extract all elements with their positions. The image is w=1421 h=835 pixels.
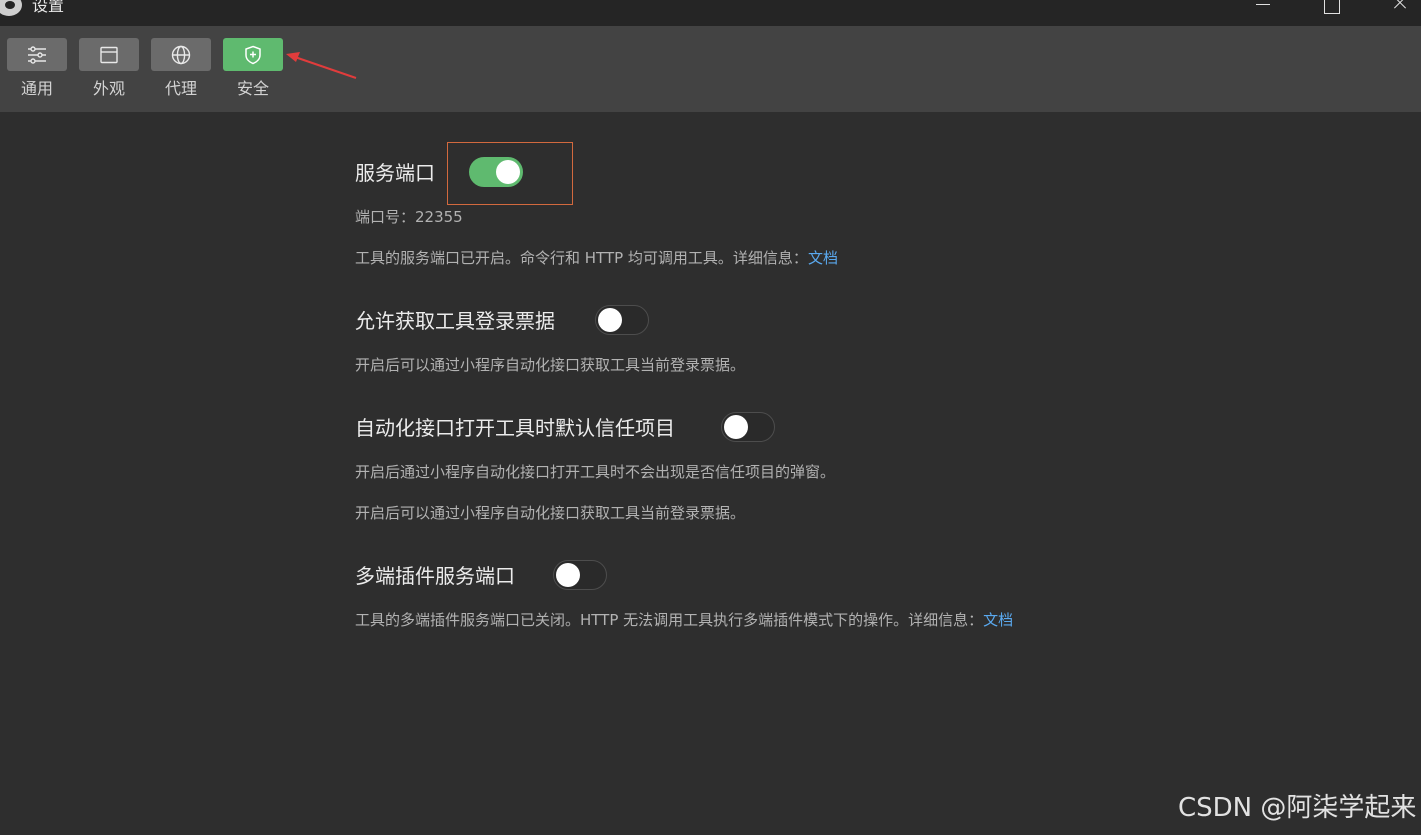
tab-proxy-button[interactable] xyxy=(151,38,211,71)
multi-plugin-toggle[interactable] xyxy=(553,560,607,590)
toggle-knob xyxy=(556,563,580,587)
trust-project-toggle[interactable] xyxy=(721,412,775,442)
sliders-icon xyxy=(28,45,46,64)
multi-plugin-title: 多端插件服务端口 xyxy=(355,564,515,588)
window-icon xyxy=(100,46,118,63)
tab-appearance[interactable]: 外观 xyxy=(79,38,139,104)
maximize-button[interactable] xyxy=(1308,0,1354,26)
multi-plugin-description-text: 工具的多端插件服务端口已关闭。HTTP 无法调用工具执行多端插件模式下的操作。详… xyxy=(355,611,984,629)
tab-security[interactable]: 安全 xyxy=(223,38,283,104)
toggle-knob xyxy=(496,160,520,184)
login-ticket-title: 允许获取工具登录票据 xyxy=(355,309,555,333)
close-button[interactable] xyxy=(1377,0,1421,26)
globe-icon xyxy=(171,45,191,64)
login-ticket-toggle[interactable] xyxy=(595,305,649,335)
tab-proxy-label: 代理 xyxy=(164,79,197,98)
tab-general-button[interactable] xyxy=(7,38,67,71)
watermark: CSDN @阿柒学起来 xyxy=(1178,793,1417,823)
tab-appearance-label: 外观 xyxy=(92,79,125,98)
tab-appearance-button[interactable] xyxy=(79,38,139,71)
app-logo-icon xyxy=(0,0,22,16)
tab-general-label: 通用 xyxy=(20,79,53,98)
tab-general[interactable]: 通用 xyxy=(7,38,67,104)
toggle-knob xyxy=(724,415,748,439)
minimize-button[interactable] xyxy=(1240,0,1286,26)
port-number-label: 端口号：22355 xyxy=(355,208,463,226)
service-port-description-text: 工具的服务端口已开启。命令行和 HTTP 均可调用工具。详细信息： xyxy=(355,249,808,267)
tab-security-button[interactable] xyxy=(223,38,283,71)
trust-project-description: 开启后通过小程序自动化接口打开工具时不会出现是否信任项目的弹窗。 xyxy=(355,463,836,481)
tab-security-label: 安全 xyxy=(236,79,269,98)
tab-proxy[interactable]: 代理 xyxy=(151,38,211,104)
settings-toolbar: 通用 外观 代理 安全 xyxy=(0,26,1421,112)
window-title: 设置 xyxy=(32,0,65,15)
login-ticket-description: 开启后可以通过小程序自动化接口获取工具当前登录票据。 xyxy=(355,356,746,374)
service-port-toggle[interactable] xyxy=(469,157,523,187)
service-port-title: 服务端口 xyxy=(355,161,435,185)
title-bar: 设置 xyxy=(0,0,1421,26)
service-port-docs-link[interactable]: 文档 xyxy=(808,249,838,267)
service-port-description: 工具的服务端口已开启。命令行和 HTTP 均可调用工具。详细信息：文档 xyxy=(355,249,838,267)
trust-project-description-2: 开启后可以通过小程序自动化接口获取工具当前登录票据。 xyxy=(355,504,746,522)
multi-plugin-description: 工具的多端插件服务端口已关闭。HTTP 无法调用工具执行多端插件模式下的操作。详… xyxy=(355,611,1013,629)
multi-plugin-docs-link[interactable]: 文档 xyxy=(983,611,1013,629)
trust-project-title: 自动化接口打开工具时默认信任项目 xyxy=(355,416,675,440)
toggle-knob xyxy=(598,308,622,332)
annotation-arrow-icon xyxy=(286,52,357,79)
shield-icon xyxy=(245,45,261,64)
